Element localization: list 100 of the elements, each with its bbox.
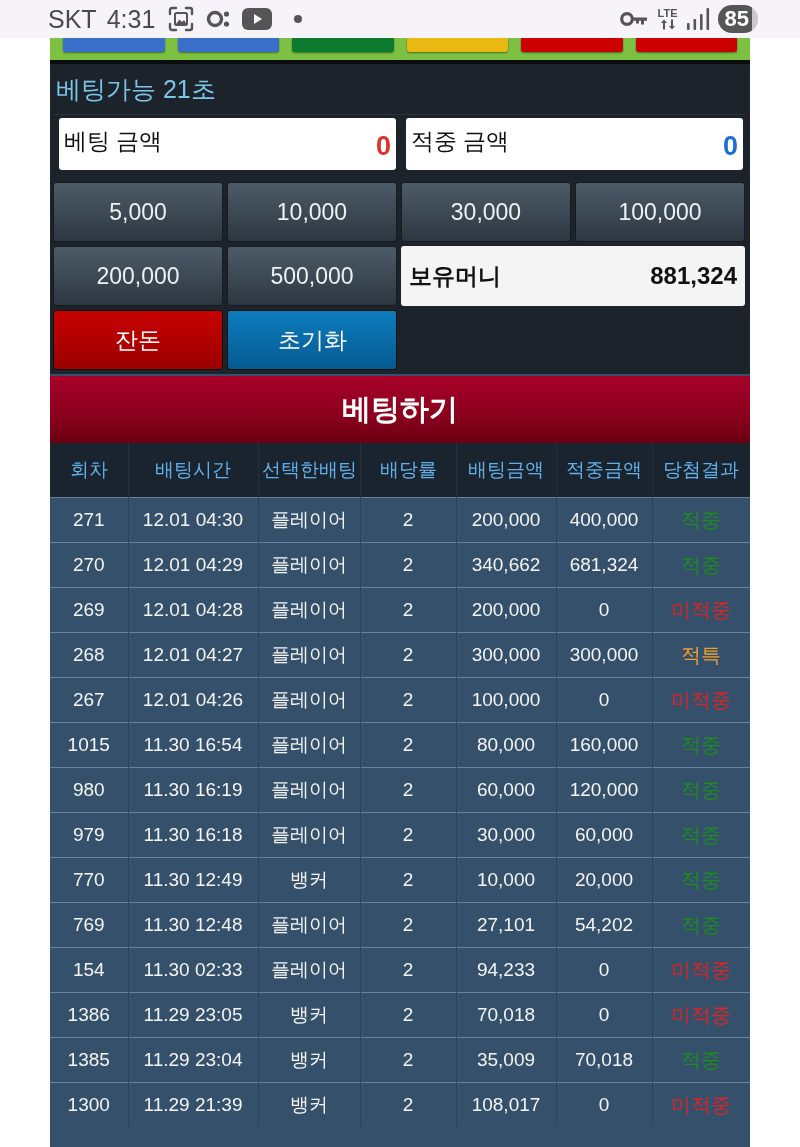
table-cell: 2	[360, 767, 456, 813]
selector-chip[interactable]	[63, 38, 165, 52]
table-cell: 2	[360, 992, 456, 1038]
column-header: 배팅금액	[456, 443, 556, 498]
table-cell: 뱅커	[258, 992, 360, 1038]
table-cell: 12.01 04:29	[128, 542, 258, 588]
table-cell: 94,233	[456, 947, 556, 993]
dot-icon	[294, 15, 303, 23]
selector-chip[interactable]	[177, 38, 279, 52]
table-cell: 플레이어	[258, 587, 360, 633]
amount-button[interactable]: 5,000	[53, 182, 223, 242]
amount-label: 베팅 금액	[64, 126, 163, 156]
table-cell: 270	[50, 542, 128, 588]
table-cell: 154	[50, 947, 128, 993]
table-cell: 12.01 04:30	[128, 497, 258, 543]
table-cell: 200,000	[456, 587, 556, 633]
table-cell: 11.29 23:04	[128, 1037, 258, 1083]
table-cell: 2	[360, 947, 456, 993]
amount-button[interactable]: 100,000	[575, 182, 745, 242]
table-cell: 980	[50, 767, 128, 813]
column-header: 선택한배팅	[258, 443, 360, 498]
column-header: 회차	[50, 443, 128, 498]
circle-dots-icon	[206, 8, 231, 30]
table-cell: 200,000	[456, 497, 556, 543]
column-header: 적중금액	[556, 443, 652, 498]
table-cell: 2	[360, 632, 456, 678]
table-cell: 11.30 16:54	[128, 722, 258, 768]
table-cell: 60,000	[456, 767, 556, 813]
amount-button[interactable]: 30,000	[401, 182, 571, 242]
table-cell: 플레이어	[258, 767, 360, 813]
table-cell: 300,000	[456, 632, 556, 678]
table-cell: 160,000	[556, 722, 652, 768]
table-cell: 1386	[50, 992, 128, 1038]
reset-button[interactable]: 초기화	[227, 310, 397, 370]
table-cell: 플레이어	[258, 677, 360, 723]
selector-chip[interactable]	[292, 38, 394, 52]
table-cell: 2	[360, 812, 456, 858]
selector-chip[interactable]	[521, 38, 623, 52]
table-cell: 2	[360, 1082, 456, 1127]
table-cell: 271	[50, 497, 128, 543]
table-cell: 400,000	[556, 497, 652, 543]
table-cell: 0	[556, 587, 652, 633]
table-cell: 2	[360, 722, 456, 768]
table-cell: 11.30 02:33	[128, 947, 258, 993]
table-cell: 1385	[50, 1037, 128, 1083]
result-cell: 적중	[652, 902, 750, 948]
table-cell: 300,000	[556, 632, 652, 678]
result-cell: 적특	[652, 632, 750, 678]
table-cell: 70,018	[456, 992, 556, 1038]
play-icon	[242, 8, 273, 30]
table-cell: 27,101	[456, 902, 556, 948]
table-cell: 108,017	[456, 1082, 556, 1127]
table-cell: 뱅커	[258, 857, 360, 903]
table-cell: 681,324	[556, 542, 652, 588]
table-cell: 269	[50, 587, 128, 633]
table-cell: 0	[556, 677, 652, 723]
table-cell: 2	[360, 902, 456, 948]
table-cell: 340,662	[456, 542, 556, 588]
table-cell: 268	[50, 632, 128, 678]
signal-icon	[685, 8, 710, 30]
amount-value: 0	[722, 130, 738, 162]
table-cell: 0	[556, 992, 652, 1038]
table-cell: 120,000	[556, 767, 652, 813]
table-cell: 2	[360, 542, 456, 588]
selector-chip[interactable]	[406, 38, 508, 52]
battery-indicator: 85	[717, 5, 758, 33]
table-cell: 20,000	[556, 857, 652, 903]
table-cell: 플레이어	[258, 632, 360, 678]
result-cell: 적중	[652, 1037, 750, 1083]
table-cell: 70,018	[556, 1037, 652, 1083]
column-header: 배당률	[360, 443, 456, 498]
table-cell: 0	[556, 947, 652, 993]
place-bet-button[interactable]: 베팅하기	[50, 376, 750, 443]
selector-chip[interactable]	[635, 38, 737, 52]
table-cell: 100,000	[456, 677, 556, 723]
table-cell: 80,000	[456, 722, 556, 768]
amount-button[interactable]: 200,000	[53, 246, 223, 306]
table-cell: 2	[360, 677, 456, 723]
amount-button[interactable]: 500,000	[227, 246, 397, 306]
table-cell: 11.30 12:48	[128, 902, 258, 948]
column-header: 당첨결과	[652, 443, 750, 498]
table-cell: 769	[50, 902, 128, 948]
table-cell: 30,000	[456, 812, 556, 858]
result-cell: 적중	[652, 767, 750, 813]
table-cell: 10,000	[456, 857, 556, 903]
table-cell: 뱅커	[258, 1082, 360, 1127]
result-cell: 적중	[652, 812, 750, 858]
screenshot-icon	[168, 6, 195, 32]
table-cell: 0	[556, 1082, 652, 1127]
timer-text: 베팅가능 21초	[56, 73, 216, 105]
network-type: LTE	[657, 8, 678, 19]
amount-button[interactable]: 10,000	[227, 182, 397, 242]
table-cell: 12.01 04:28	[128, 587, 258, 633]
change-button[interactable]: 잔돈	[53, 310, 223, 370]
column-header: 배팅시간	[128, 443, 258, 498]
table-cell: 12.01 04:26	[128, 677, 258, 723]
table-cell: 35,009	[456, 1037, 556, 1083]
result-cell: 미적중	[652, 587, 750, 633]
amount-label: 적중 금액	[411, 126, 510, 156]
result-cell: 적중	[652, 722, 750, 768]
